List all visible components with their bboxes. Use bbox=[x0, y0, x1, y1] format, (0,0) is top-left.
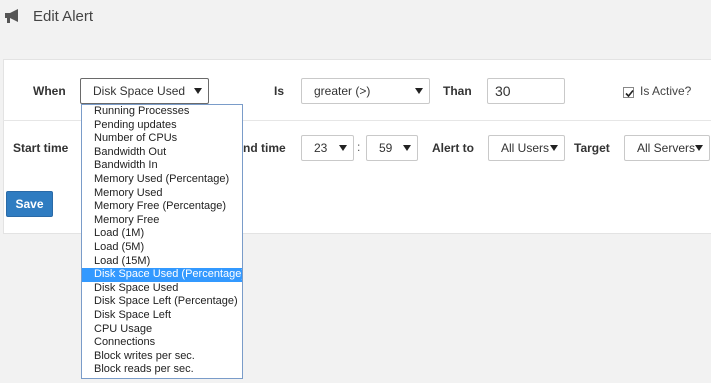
dropdown-option[interactable]: Memory Free bbox=[82, 214, 242, 228]
end-hour-value: 23 bbox=[314, 141, 328, 155]
dropdown-option[interactable]: Connections bbox=[82, 336, 242, 350]
operator-select[interactable]: greater (>) bbox=[301, 78, 430, 104]
dropdown-option[interactable]: Block reads per sec. bbox=[82, 363, 242, 377]
dropdown-option[interactable]: Bandwidth Out bbox=[82, 146, 242, 160]
is-label: Is bbox=[274, 84, 285, 98]
metric-select[interactable]: Disk Space Used bbox=[80, 78, 209, 104]
dropdown-option[interactable]: Disk Space Left bbox=[82, 309, 242, 323]
alert-to-value: All Users bbox=[501, 141, 550, 155]
dropdown-option[interactable]: Bandwidth In bbox=[82, 159, 242, 173]
chevron-down-icon bbox=[550, 145, 558, 151]
chevron-down-icon bbox=[194, 88, 202, 94]
dropdown-option[interactable]: Memory Free (Percentage) bbox=[82, 200, 242, 214]
checkmark-icon bbox=[625, 89, 634, 98]
target-value: All Servers bbox=[637, 141, 696, 155]
page-header: Edit Alert bbox=[0, 0, 711, 40]
target-select[interactable]: All Servers bbox=[624, 135, 710, 161]
dropdown-option[interactable]: Memory Used (Percentage) bbox=[82, 173, 242, 187]
target-label: Target bbox=[574, 141, 610, 155]
start-time-label: Start time bbox=[13, 141, 69, 155]
save-button[interactable]: Save bbox=[6, 191, 53, 217]
dropdown-option[interactable]: CPU Usage bbox=[82, 323, 242, 337]
dropdown-option[interactable]: Load (15M) bbox=[82, 255, 242, 269]
time-separator: : bbox=[357, 140, 361, 154]
dropdown-option[interactable]: Load (1M) bbox=[82, 227, 242, 241]
is-active-label: Is Active? bbox=[640, 84, 692, 98]
chevron-down-icon bbox=[695, 145, 703, 151]
threshold-input[interactable]: 30 bbox=[487, 78, 565, 104]
dropdown-option[interactable]: Disk Space Left (Percentage) bbox=[82, 295, 242, 309]
page-title: Edit Alert bbox=[33, 8, 94, 25]
metric-select-value: Disk Space Used bbox=[93, 84, 186, 98]
dropdown-option[interactable]: Running Processes bbox=[82, 105, 242, 119]
threshold-value: 30 bbox=[495, 83, 511, 99]
operator-select-value: greater (>) bbox=[314, 84, 371, 98]
end-minute-select[interactable]: 59 bbox=[366, 135, 418, 161]
megaphone-icon bbox=[4, 8, 22, 24]
metric-dropdown-list[interactable]: Running Processes Pending updates Number o… bbox=[81, 104, 243, 379]
dropdown-option[interactable]: Number of CPUs bbox=[82, 132, 242, 146]
end-hour-select[interactable]: 23 bbox=[301, 135, 354, 161]
chevron-down-icon bbox=[403, 145, 411, 151]
alert-to-label: Alert to bbox=[432, 141, 474, 155]
when-label: When bbox=[33, 84, 66, 98]
end-time-label: nd time bbox=[243, 141, 286, 155]
dropdown-option[interactable]: Block writes per sec. bbox=[82, 350, 242, 364]
than-label: Than bbox=[443, 84, 472, 98]
dropdown-option[interactable]: Load (5M) bbox=[82, 241, 242, 255]
alert-to-select[interactable]: All Users bbox=[488, 135, 565, 161]
is-active-checkbox[interactable] bbox=[623, 87, 634, 98]
chevron-down-icon bbox=[415, 88, 423, 94]
chevron-down-icon bbox=[339, 145, 347, 151]
dropdown-option[interactable]: Disk Space Used bbox=[82, 282, 242, 296]
dropdown-option[interactable]: Memory Used bbox=[82, 187, 242, 201]
dropdown-option[interactable]: Pending updates bbox=[82, 119, 242, 133]
dropdown-option[interactable]: Disk Space Used (Percentage) bbox=[82, 268, 242, 282]
end-minute-value: 59 bbox=[379, 141, 393, 155]
